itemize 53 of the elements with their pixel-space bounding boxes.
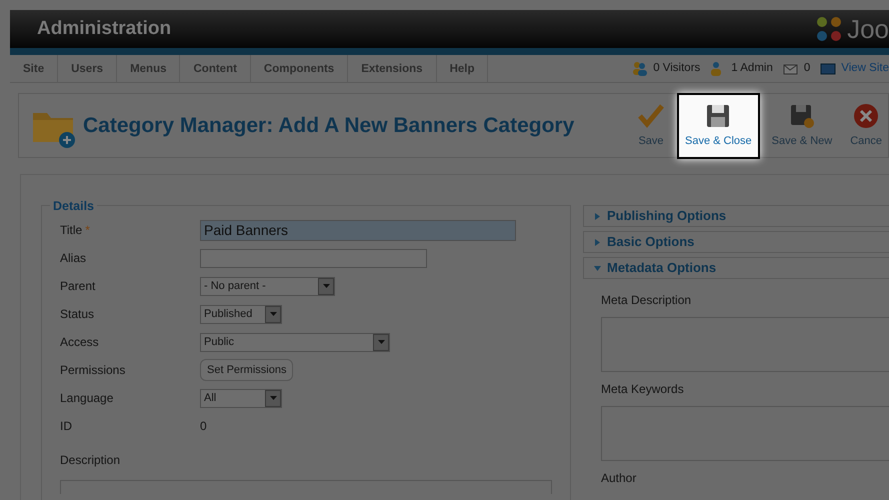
status-text: 0 Visitors (653, 60, 700, 76)
accordion-header[interactable]: Publishing Options (583, 205, 889, 227)
field-label: Access (60, 335, 99, 349)
field-label: Status (60, 307, 94, 321)
field-label: Author (601, 470, 638, 487)
input-field[interactable]: Paid Banners (200, 220, 516, 240)
menu-item[interactable]: Site (10, 54, 58, 82)
header-title: Administration (36, 16, 172, 41)
field-label: Meta Description (601, 292, 692, 309)
caret-icon (270, 396, 276, 400)
dropdown[interactable]: Public (200, 332, 390, 352)
logo-text: Joo (847, 12, 889, 46)
view-site-link[interactable]: View Site (841, 60, 889, 78)
menu-item[interactable]: Users (58, 54, 118, 82)
menu-item[interactable]: Menus (117, 54, 180, 82)
accordion-header[interactable]: Metadata Options (583, 257, 889, 279)
toolbar-button[interactable]: Save (631, 96, 672, 156)
cancel-icon (852, 102, 880, 130)
users-icon (632, 60, 648, 76)
menu-item[interactable]: Extensions (348, 54, 437, 82)
checkmark-icon (637, 102, 666, 130)
field-label: Permissions (60, 363, 126, 377)
page-title: Category Manager: Add A New Banners Category (83, 112, 574, 139)
input-field[interactable] (200, 248, 427, 268)
field-label: Meta Keywords (601, 381, 685, 398)
dropdown[interactable]: - No parent - (200, 276, 335, 296)
status-text: 1 Admin (731, 60, 773, 76)
field-value: 0 (200, 418, 207, 435)
field-label: Description (60, 452, 120, 469)
monitor-icon (820, 60, 836, 76)
menu-item[interactable]: Content (180, 54, 251, 82)
toolbar-button[interactable]: Save & New (766, 96, 838, 156)
field-label: Language (60, 391, 114, 405)
triangle-icon (594, 238, 601, 246)
triangle-icon (594, 212, 601, 220)
required-mark: * (85, 223, 90, 237)
dropdown[interactable]: All (200, 388, 282, 408)
accordion-header[interactable]: Basic Options (583, 231, 889, 253)
toolbar-button[interactable]: Cance (844, 96, 888, 156)
triangle-icon (594, 264, 601, 272)
field-label: ID (60, 419, 72, 433)
toolbar-button[interactable]: Save & Close (677, 92, 760, 158)
caret-icon (322, 284, 330, 288)
field-label: Title (60, 223, 82, 237)
dropdown[interactable]: Published (200, 304, 282, 324)
menu-item[interactable]: Help (436, 54, 488, 82)
menu-item[interactable]: Components (250, 54, 348, 82)
caret-icon (270, 312, 276, 316)
set-permissions-button[interactable]: Set Permissions (200, 358, 294, 382)
field-label: Parent (60, 279, 96, 293)
caret-icon (378, 340, 384, 344)
status-text: 0 (804, 60, 810, 76)
field-label: Alias (60, 251, 86, 265)
